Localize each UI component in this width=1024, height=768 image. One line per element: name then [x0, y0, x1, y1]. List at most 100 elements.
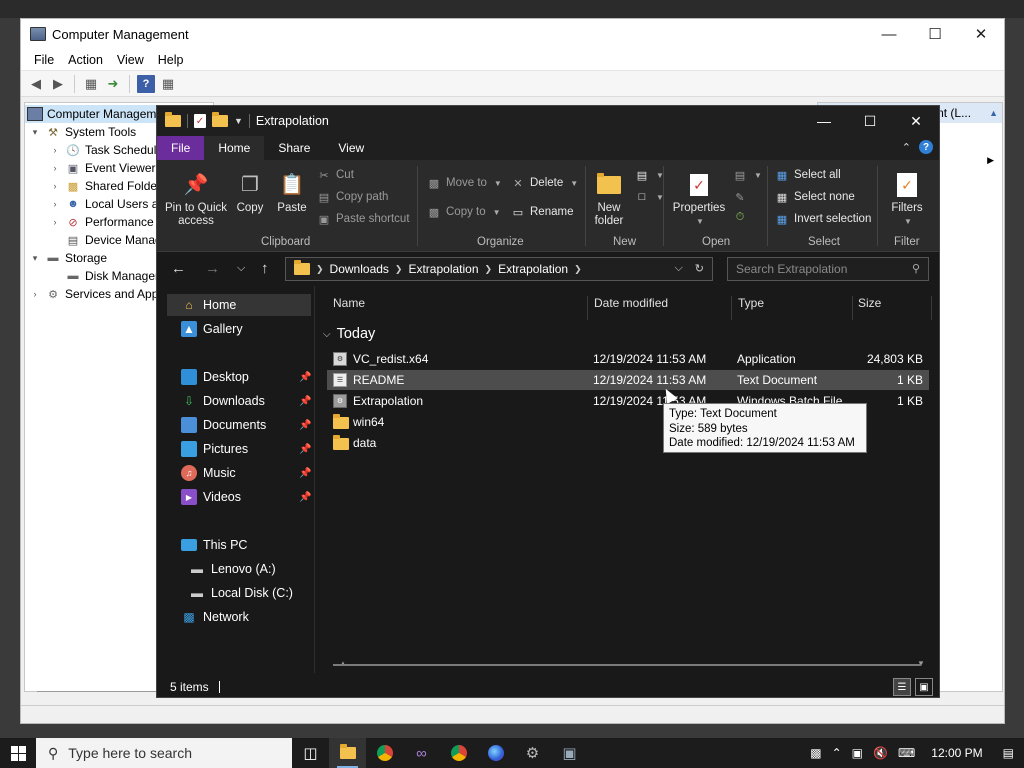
- help-icon[interactable]: ?: [919, 140, 933, 154]
- expand-chevron-icon[interactable]: ›: [29, 289, 41, 299]
- properties-check-icon[interactable]: ✓: [194, 114, 206, 128]
- paste-shortcut-button[interactable]: ▣ Paste shortcut: [317, 212, 410, 226]
- tab-file[interactable]: File: [157, 136, 205, 160]
- firefox-taskbar-icon[interactable]: [477, 738, 514, 768]
- expand-chevron-icon[interactable]: ›: [49, 145, 61, 155]
- pin-icon[interactable]: 📌: [299, 492, 311, 503]
- filters-button[interactable]: ✓ Filters ▼: [885, 172, 929, 228]
- chrome-taskbar-icon[interactable]: [366, 738, 403, 768]
- export-list-icon[interactable]: ➜: [104, 75, 122, 93]
- pin-icon[interactable]: 📌: [299, 468, 311, 479]
- file-list[interactable]: Name Date modified Type Size ⌵ Today ⚙ V…: [317, 286, 939, 673]
- cm-menu-help[interactable]: Help: [151, 53, 191, 67]
- column-separator[interactable]: [852, 296, 853, 320]
- network-icon[interactable]: ▣: [852, 746, 863, 760]
- group-header-today[interactable]: ⌵ Today: [323, 326, 375, 342]
- qat-dropdown-icon[interactable]: ▼: [234, 116, 243, 126]
- breadcrumb-extrapolation[interactable]: Extrapolation: [408, 262, 478, 276]
- open-button[interactable]: ▤ ▼: [733, 168, 762, 182]
- visual-studio-taskbar-icon[interactable]: ∞: [403, 738, 440, 768]
- nav-item-home[interactable]: ⌂ Home: [167, 294, 311, 316]
- forward-arrow-icon[interactable]: →: [205, 260, 220, 277]
- column-separator[interactable]: [587, 296, 588, 320]
- nav-item-gallery[interactable]: ▲ Gallery: [181, 318, 243, 340]
- collapse-chevron-icon[interactable]: ▾: [29, 253, 41, 264]
- recent-locations-chevron-icon[interactable]: ⌵: [237, 262, 245, 275]
- copy-button[interactable]: ❐ Copy: [233, 172, 267, 215]
- explorer-maximize-button[interactable]: ☐: [847, 106, 893, 136]
- group-collapse-chevron-icon[interactable]: ⌵: [323, 329, 331, 340]
- breadcrumb-extrapolation-current[interactable]: Extrapolation: [498, 262, 568, 276]
- nav-item-videos[interactable]: ▶ Videos 📌: [181, 486, 311, 508]
- tab-share[interactable]: Share: [264, 136, 324, 160]
- pin-icon[interactable]: 📌: [299, 396, 311, 407]
- back-arrow-icon[interactable]: ◀: [27, 75, 45, 93]
- help-icon[interactable]: ?: [137, 74, 155, 93]
- cm-title-bar[interactable]: Computer Management — ☐ ✕: [21, 19, 1004, 49]
- delete-button[interactable]: ✕ Delete ▼: [511, 176, 578, 190]
- pin-icon[interactable]: 📌: [299, 372, 311, 383]
- new-item-button[interactable]: ▤ ▼: [635, 168, 664, 182]
- cm-maximize-button[interactable]: ☐: [912, 19, 958, 49]
- column-name[interactable]: Name: [333, 296, 365, 310]
- tree-item-event-viewer[interactable]: › ▣ Event Viewer: [49, 159, 156, 177]
- clock[interactable]: 12:00 PM: [931, 746, 982, 760]
- nav-item-pictures[interactable]: Pictures 📌: [181, 438, 311, 460]
- nav-item-downloads[interactable]: ⇩ Downloads 📌: [181, 390, 311, 412]
- column-date-modified[interactable]: Date modified: [594, 296, 668, 310]
- nav-item-lenovo-drive[interactable]: ▬ Lenovo (A:): [189, 558, 276, 580]
- select-none-button[interactable]: ▦ Select none: [775, 190, 855, 204]
- cm-close-button[interactable]: ✕: [958, 19, 1004, 49]
- pin-to-quick-access-button[interactable]: 📌 Pin to Quick access: [161, 172, 231, 228]
- chrome-taskbar-icon-2[interactable]: [440, 738, 477, 768]
- explorer-minimize-button[interactable]: —: [801, 106, 847, 136]
- move-to-button[interactable]: ▩ Move to ▼: [427, 176, 502, 190]
- nav-item-music[interactable]: ♫ Music 📌: [181, 462, 311, 484]
- action-pane-icon[interactable]: ▦: [159, 75, 177, 93]
- console-tree-icon[interactable]: ▦: [82, 75, 100, 93]
- rename-button[interactable]: ▭ Rename: [511, 205, 574, 219]
- notifications-icon[interactable]: ▤: [1003, 746, 1014, 760]
- expand-chevron-icon[interactable]: ›: [49, 181, 61, 191]
- breadcrumb-separator-icon[interactable]: ❯: [485, 264, 493, 275]
- column-separator[interactable]: [931, 296, 932, 320]
- cut-button[interactable]: ✂ Cut: [317, 168, 354, 182]
- task-view-icon[interactable]: ◫: [292, 738, 329, 768]
- large-icons-view-icon[interactable]: ▣: [915, 678, 933, 696]
- computer-management-taskbar-icon[interactable]: ▣: [551, 738, 588, 768]
- pin-icon[interactable]: 📌: [299, 420, 311, 431]
- nav-item-network[interactable]: ▩ Network: [181, 606, 249, 628]
- column-type[interactable]: Type: [738, 296, 764, 310]
- expand-chevron-icon[interactable]: ›: [49, 217, 61, 227]
- tab-view[interactable]: View: [324, 136, 378, 160]
- search-input[interactable]: [736, 262, 906, 276]
- cm-minimize-button[interactable]: —: [866, 19, 912, 49]
- show-hidden-icons-icon[interactable]: ⌃: [832, 746, 842, 760]
- tree-item-system-tools[interactable]: ▾ ⚒ System Tools: [29, 123, 136, 141]
- taskbar-search-input[interactable]: [68, 745, 269, 761]
- file-row[interactable]: ⚙ VC_redist.x64 12/19/2024 11:53 AM Appl…: [327, 349, 929, 369]
- properties-button[interactable]: ✓ Properties ▼: [671, 172, 727, 228]
- horizontal-scrollbar[interactable]: [333, 664, 921, 666]
- column-size[interactable]: Size: [858, 296, 881, 310]
- cm-menu-action[interactable]: Action: [61, 53, 110, 67]
- pin-icon[interactable]: 📌: [299, 444, 311, 455]
- tab-home[interactable]: Home: [204, 136, 265, 160]
- keyboard-icon[interactable]: ⌨: [898, 746, 915, 760]
- edit-button[interactable]: ✎: [733, 190, 747, 204]
- cm-menu-view[interactable]: View: [110, 53, 151, 67]
- column-separator[interactable]: [731, 296, 732, 320]
- taskbar-search-box[interactable]: ⚲: [36, 738, 292, 768]
- copy-to-button[interactable]: ▩ Copy to ▼: [427, 205, 501, 219]
- notification-badge-icon[interactable]: ▩: [810, 746, 821, 760]
- expand-chevron-icon[interactable]: ›: [49, 199, 61, 209]
- easy-access-button[interactable]: □ ▼: [635, 190, 664, 204]
- new-folder-icon[interactable]: [212, 112, 228, 127]
- tree-item-local-users[interactable]: › ☻ Local Users ar: [49, 195, 163, 213]
- file-row[interactable]: ☰ README 12/19/2024 11:53 AM Text Docume…: [327, 370, 929, 390]
- breadcrumb-downloads[interactable]: Downloads: [330, 262, 389, 276]
- copy-path-button[interactable]: ▤ Copy path: [317, 190, 389, 204]
- breadcrumb-separator-icon[interactable]: ❯: [574, 264, 582, 275]
- start-button[interactable]: [0, 738, 36, 768]
- tree-item-performance[interactable]: › ⊘ Performance: [49, 213, 154, 231]
